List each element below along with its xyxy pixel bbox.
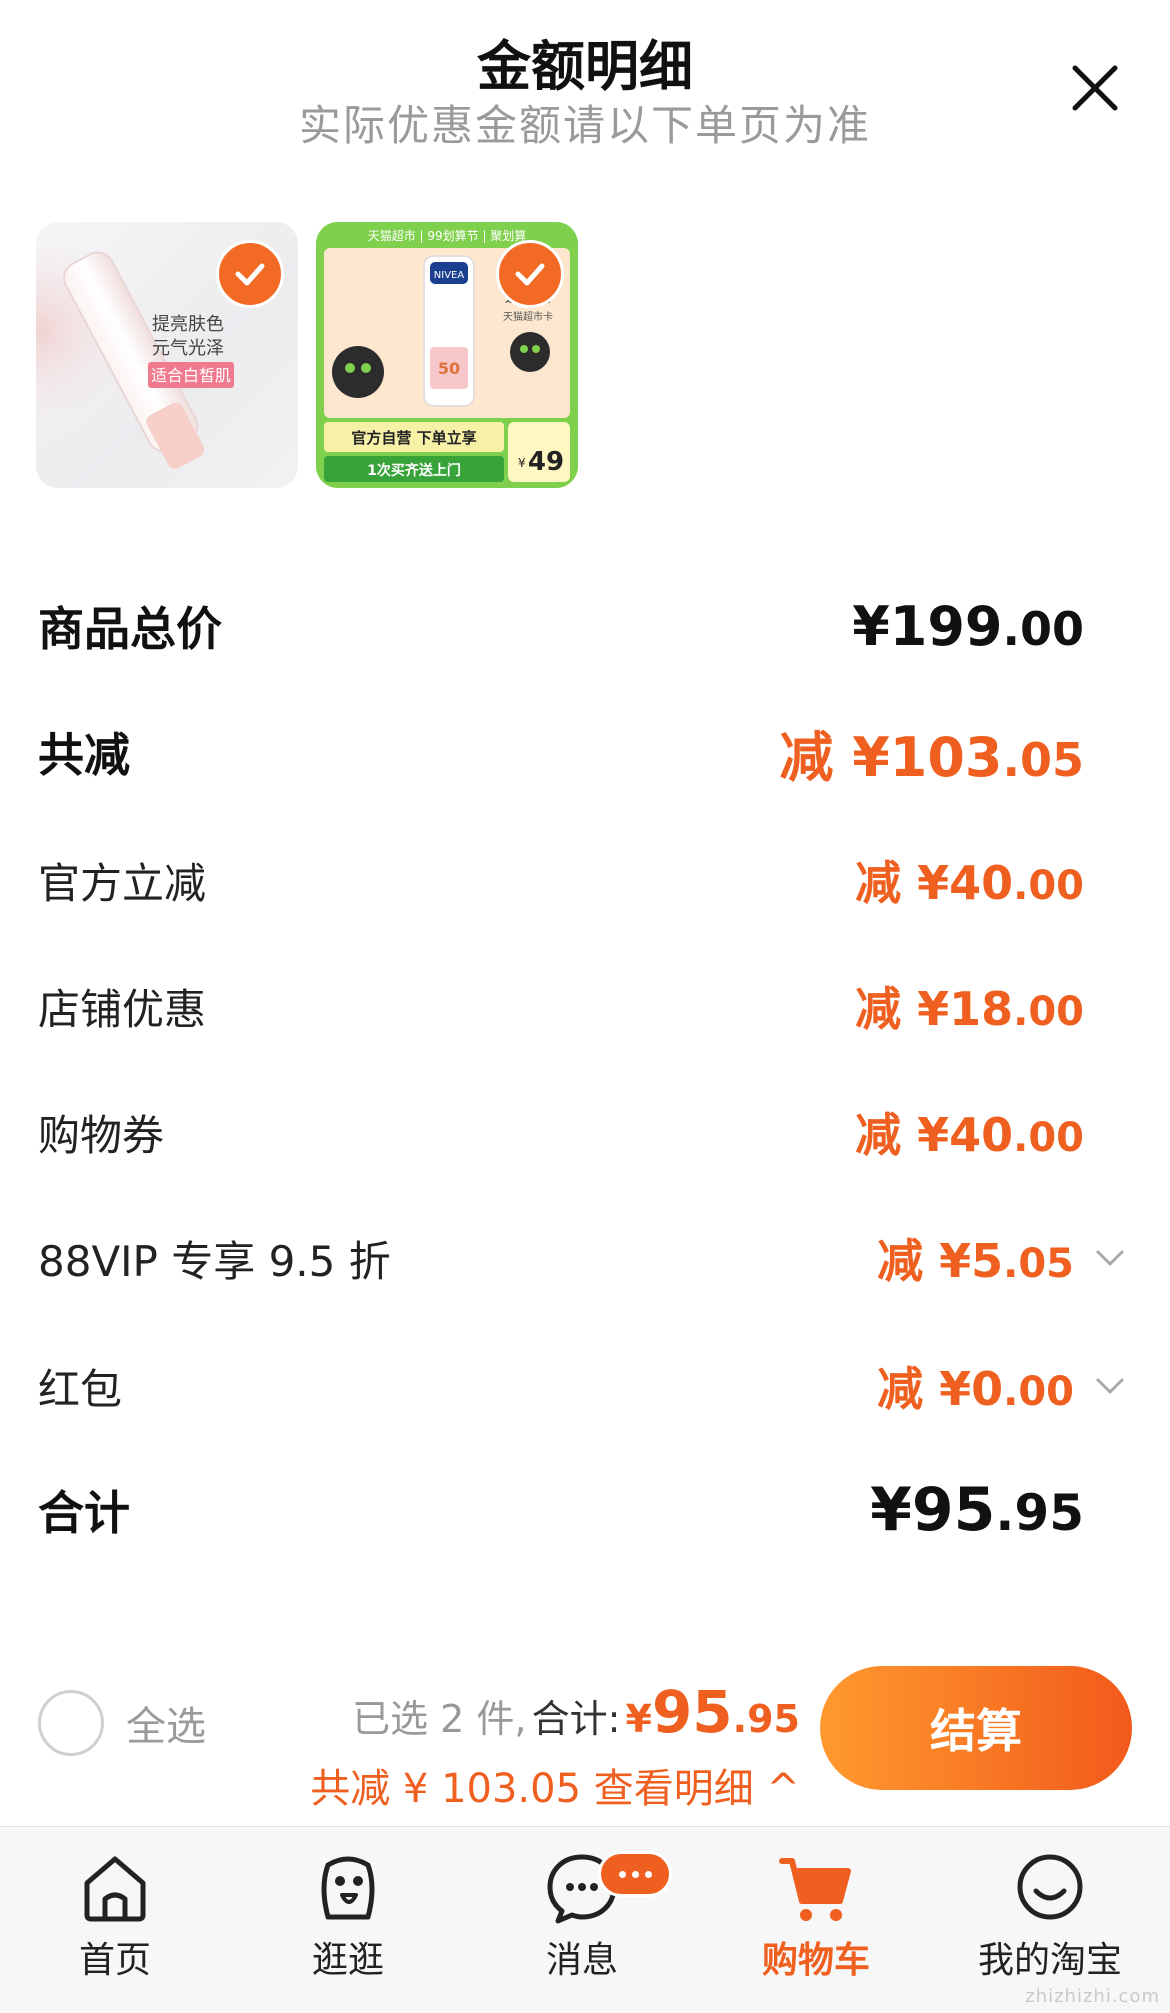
product-tagline-1: 提亮肤色 xyxy=(152,314,224,335)
product-tagline-2: 元气光泽 xyxy=(152,338,224,359)
view-details-link[interactable]: 共减 ¥ 103.05 查看明细 ^ xyxy=(290,1756,800,1814)
discount-item-official: 官方立减 减 ¥40.00 xyxy=(38,840,1128,920)
chevron-down-icon[interactable] xyxy=(1092,1240,1128,1276)
settlement-bar: 全选 已选 2 件, 合计: ¥95.95 共减 ¥ 103.05 查看明细 ^… xyxy=(0,1660,1170,1820)
discount-item-label: 店铺优惠 xyxy=(38,984,207,1034)
discount-item-label: 官方立减 xyxy=(38,858,207,908)
selected-summary: 已选 2 件, 合计: ¥95.95 xyxy=(340,1678,800,1746)
summary-price-int: 95 xyxy=(651,1678,733,1746)
total-price-value: ¥199.00 xyxy=(852,594,1084,658)
product-card-foundation[interactable]: 提亮肤色 元气光泽 适合白皙肌 xyxy=(36,222,298,488)
tab-home[interactable]: 首页 xyxy=(15,1847,215,1997)
page-subtitle: 实际优惠金额请以下单页为准 xyxy=(298,101,871,150)
discount-item-label: 红包 xyxy=(38,1364,123,1414)
discount-item-value: 减 ¥40.00 xyxy=(855,1108,1084,1162)
tab-stroll[interactable]: 逛逛 xyxy=(248,1847,448,1997)
selected-check-badge xyxy=(216,240,284,308)
checkout-button[interactable]: 结算 xyxy=(820,1666,1132,1790)
message-badge xyxy=(598,1851,672,1897)
discount-item-redpacket[interactable]: 红包 减 ¥0.00 xyxy=(38,1346,1128,1426)
tab-profile[interactable]: 我的淘宝 xyxy=(950,1847,1150,1997)
discount-item-store: 店铺优惠 减 ¥18.00 xyxy=(38,966,1128,1046)
watermark: zhizhizhi.com xyxy=(1025,1986,1160,2007)
cart-icon xyxy=(779,1858,851,1921)
stroll-icon xyxy=(321,1856,375,1920)
close-icon xyxy=(1072,65,1118,111)
profile-icon xyxy=(1017,1854,1083,1920)
product-price-symbol: ¥ xyxy=(518,456,526,470)
tab-cart[interactable]: 购物车 xyxy=(716,1847,916,1997)
summary-price-symbol: ¥ xyxy=(625,1697,652,1741)
selected-count: 已选 2 件, xyxy=(352,1697,527,1741)
check-icon xyxy=(515,263,545,286)
total-discount-label: 共减 xyxy=(38,728,130,782)
product-promo-2: 1次买齐送上门 xyxy=(367,462,461,479)
discount-item-value: 减 ¥40.00 xyxy=(855,856,1084,910)
tab-messages[interactable]: 消息 xyxy=(482,1847,682,1997)
total-discount-value: 减 ¥103.05 xyxy=(779,725,1084,789)
sum-row: 合计 ¥95.95 xyxy=(38,1470,1128,1550)
tab-label: 购物车 xyxy=(761,1940,870,1981)
close-button[interactable] xyxy=(1065,58,1125,118)
select-all-label: 全选 xyxy=(126,1704,206,1750)
select-all-radio[interactable] xyxy=(38,1690,104,1756)
product-spf: 50 xyxy=(438,359,460,378)
discount-item-label: 88VIP 专享 9.5 折 xyxy=(38,1236,391,1286)
page-title: 金额明细 xyxy=(477,35,693,98)
product-card-sunscreen[interactable]: 天猫超市 | 99划算节 | 聚划算 NIVEA 50 返12元 天猫超市卡 官… xyxy=(316,222,578,488)
discount-item-value: 减 ¥18.00 xyxy=(855,982,1084,1036)
home-icon xyxy=(84,1856,146,1922)
product-tag: 适合白皙肌 xyxy=(151,366,231,385)
total-text: 合计: xyxy=(531,1697,621,1741)
check-icon xyxy=(235,263,265,286)
tab-label: 首页 xyxy=(78,1940,151,1981)
product-rebate-note: 天猫超市卡 xyxy=(503,310,553,323)
product-promo-1: 官方自营 下单立享 xyxy=(351,429,476,447)
chevron-down-icon[interactable] xyxy=(1092,1368,1128,1404)
discount-item-88vip[interactable]: 88VIP 专享 9.5 折 减 ¥5.05 xyxy=(38,1218,1128,1298)
tab-label: 逛逛 xyxy=(311,1940,384,1981)
sum-label: 合计 xyxy=(38,1486,130,1540)
total-discount-row: 共减 减 ¥103.05 xyxy=(38,712,1128,792)
product-price: 49 xyxy=(528,447,564,477)
total-price-label: 商品总价 xyxy=(38,602,222,656)
discount-item-coupon: 购物券 减 ¥40.00 xyxy=(38,1092,1128,1172)
summary-price-dec: .95 xyxy=(732,1697,800,1741)
bottom-tab-bar: 首页 逛逛 消息 购物车 我的淘宝 zhizhizhi.com xyxy=(0,1826,1170,2013)
select-all-toggle[interactable]: 全选 xyxy=(38,1690,206,1756)
total-price-row: 商品总价 ¥199.00 xyxy=(38,586,1128,666)
modal-header: 金额明细 实际优惠金额请以下单页为准 xyxy=(0,0,1170,160)
tab-label: 我的淘宝 xyxy=(977,1940,1122,1981)
selected-check-badge xyxy=(496,240,564,308)
product-thumbnails: 提亮肤色 元气光泽 适合白皙肌 天猫超市 | 99划算节 | 聚划算 NIVEA… xyxy=(36,222,578,488)
discount-item-label: 购物券 xyxy=(38,1110,165,1160)
tab-label: 消息 xyxy=(545,1940,618,1981)
discount-item-value: 减 ¥5.05 xyxy=(877,1234,1074,1288)
product-top-banner: 天猫超市 | 99划算节 | 聚划算 xyxy=(368,228,527,243)
product-brand: NIVEA xyxy=(434,270,465,281)
discount-item-value: 减 ¥0.00 xyxy=(877,1362,1074,1416)
sum-value: ¥95.95 xyxy=(870,1475,1084,1545)
